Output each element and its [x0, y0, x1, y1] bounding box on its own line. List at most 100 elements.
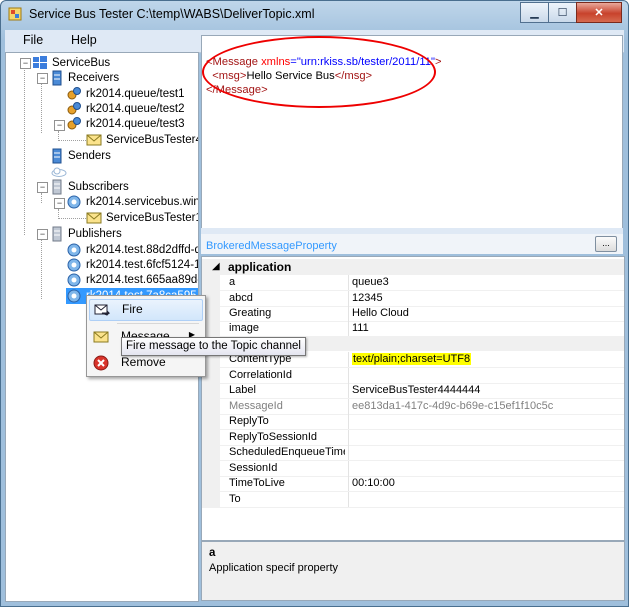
property-row[interactable]: TimeToLive 00:10:00 — [202, 476, 624, 492]
window-controls: ▁ ☐ ✕ — [520, 2, 622, 23]
title-bar[interactable]: Service Bus Tester C:\temp\WABS\DeliverT… — [1, 1, 628, 27]
property-row[interactable]: MessageId ee813da1-417c-4d9c-b69e-c15ef1f… — [202, 399, 624, 415]
tree-item-senders[interactable]: Senders — [50, 148, 111, 164]
tree-item-receiver-message[interactable]: ServiceBusTester4 — [86, 132, 199, 148]
expander-receivers[interactable]: − — [37, 73, 48, 84]
property-name: TimeToLive — [229, 477, 285, 489]
tree-item-subscriber-message[interactable]: ServiceBusTester1 — [86, 210, 199, 226]
expander-publishers[interactable]: − — [37, 229, 48, 240]
tree-line — [58, 140, 86, 141]
property-value[interactable]: Hello Cloud — [352, 307, 409, 319]
menu-item-label: Fire — [122, 302, 143, 316]
property-value[interactable]: 00:10:00 — [352, 477, 395, 489]
topic-gear-icon — [67, 258, 81, 272]
property-name: Greating — [229, 307, 272, 319]
expander-subscriber-1[interactable]: − — [54, 198, 65, 209]
server-icon — [52, 148, 62, 164]
category-row[interactable]: ◢ application — [202, 259, 624, 275]
tree-line — [24, 65, 25, 235]
envelope-icon — [93, 331, 109, 343]
tree-line — [41, 83, 42, 133]
expander-receiver-3[interactable]: − — [54, 120, 65, 131]
app-icon — [8, 7, 22, 21]
menu-help[interactable]: Help — [71, 33, 97, 47]
tree-line — [41, 193, 42, 203]
property-name: MessageId — [229, 400, 283, 412]
property-name: image — [229, 322, 259, 334]
property-name: To — [229, 493, 241, 505]
tree-label: rk2014.queue/test2 — [86, 103, 185, 115]
tree-label: ServiceBusTester1 — [106, 212, 199, 224]
property-name: ScheduledEnqueueTimeU — [229, 446, 345, 458]
more-button[interactable]: ... — [595, 236, 617, 252]
tree-item-publisher-1[interactable]: rk2014.test.88d2dffd-df — [66, 242, 199, 258]
tree-item-servicebus[interactable]: ServiceBus — [32, 55, 110, 71]
tree-item-receiver-3[interactable]: rk2014.queue/test3 — [66, 116, 184, 132]
property-value[interactable]: queue3 — [352, 276, 389, 288]
property-name: ReplyTo — [229, 415, 269, 427]
menu-item-remove[interactable]: Remove — [89, 353, 201, 373]
envelope-icon — [86, 212, 102, 224]
property-row[interactable]: Greating Hello Cloud — [202, 306, 624, 322]
queue-gear-icon — [67, 102, 81, 115]
property-row[interactable]: ScheduledEnqueueTimeU — [202, 445, 624, 461]
property-grid[interactable]: ◢ application a queue3 abcd 12345 Greating… — [201, 256, 625, 541]
menu-item-fire[interactable]: Fire — [89, 299, 203, 321]
tree-label: ServiceBusTester4 — [106, 134, 199, 146]
property-row[interactable]: ReplyToSessionId — [202, 430, 624, 446]
tree-line — [58, 218, 86, 219]
tooltip: Fire message to the Topic channel — [121, 337, 306, 356]
fire-envelope-icon — [94, 304, 110, 316]
description-title: a — [209, 547, 216, 559]
property-row[interactable]: image 111 — [202, 321, 624, 337]
topic-gear-icon — [67, 289, 81, 303]
property-row[interactable]: abcd 12345 — [202, 291, 624, 307]
xml-editor[interactable]: <Message xmlns="urn:rkiss.sb/tester/2011… — [201, 35, 623, 229]
minimize-button[interactable]: ▁ — [520, 2, 549, 23]
tree-item-publisher-2[interactable]: rk2014.test.6fcf5124-12 — [66, 257, 198, 273]
minimize-icon: ▁ — [530, 7, 539, 19]
tree-item-cloud[interactable] — [50, 164, 68, 180]
property-name: Label — [229, 384, 256, 396]
tree-item-receiver-1[interactable]: rk2014.queue/test1 — [66, 86, 184, 102]
annotation-ellipse — [202, 36, 436, 108]
tree-item-receiver-2[interactable]: rk2014.queue/test2 — [66, 101, 184, 117]
tree-label: rk2014.queue/test3 — [86, 118, 185, 130]
property-value[interactable]: ee813da1-417c-4d9c-b69e-c15ef1f10c5c — [352, 400, 553, 412]
property-value[interactable]: ServiceBusTester4444444 — [352, 384, 480, 396]
property-row[interactable]: Label ServiceBusTester4444444 — [202, 383, 624, 399]
property-row[interactable]: To — [202, 492, 624, 508]
maximize-button[interactable]: ☐ — [548, 2, 577, 23]
close-button[interactable]: ✕ — [576, 2, 622, 23]
property-value[interactable]: 12345 — [352, 292, 383, 304]
tree-label: rk2014.test.88d2dffd-df — [86, 244, 199, 256]
envelope-icon — [86, 134, 102, 146]
menu-file[interactable]: File — [23, 33, 43, 47]
property-row[interactable]: CorrelationId — [202, 368, 624, 384]
tree-item-subscribers[interactable]: Subscribers — [50, 179, 129, 195]
property-name: ReplyToSessionId — [229, 431, 318, 443]
property-row[interactable]: a queue3 — [202, 275, 624, 291]
collapse-triangle-icon[interactable]: ◢ — [212, 261, 220, 272]
property-row[interactable]: SessionId — [202, 461, 624, 477]
tree-label: ServiceBus — [52, 57, 111, 69]
topic-gear-icon — [67, 195, 81, 209]
tree-item-receivers[interactable]: Receivers — [50, 70, 119, 86]
tree-item-subscriber-1[interactable]: rk2014.servicebus.wind — [66, 194, 199, 210]
cloud-icon — [51, 167, 67, 177]
queue-gear-icon — [67, 117, 81, 130]
context-menu: Fire Message ▶ Remove — [86, 295, 206, 377]
close-icon: ✕ — [594, 7, 604, 19]
property-value-highlighted[interactable]: text/plain;charset=UTF8 — [352, 353, 472, 365]
menu-separator — [117, 323, 199, 324]
property-value[interactable]: 111 — [352, 322, 369, 334]
property-row[interactable]: ReplyTo — [202, 414, 624, 430]
tree-label: rk2014.servicebus.wind — [86, 196, 199, 208]
tree-item-publisher-3[interactable]: rk2014.test.665aa89d-f — [66, 272, 198, 288]
server-icon — [52, 179, 62, 195]
expander-root[interactable]: − — [20, 58, 31, 69]
property-name: a — [229, 276, 236, 288]
topic-gear-icon — [67, 273, 81, 287]
expander-subscribers[interactable]: − — [37, 182, 48, 193]
tree-item-publishers[interactable]: Publishers — [50, 226, 122, 242]
